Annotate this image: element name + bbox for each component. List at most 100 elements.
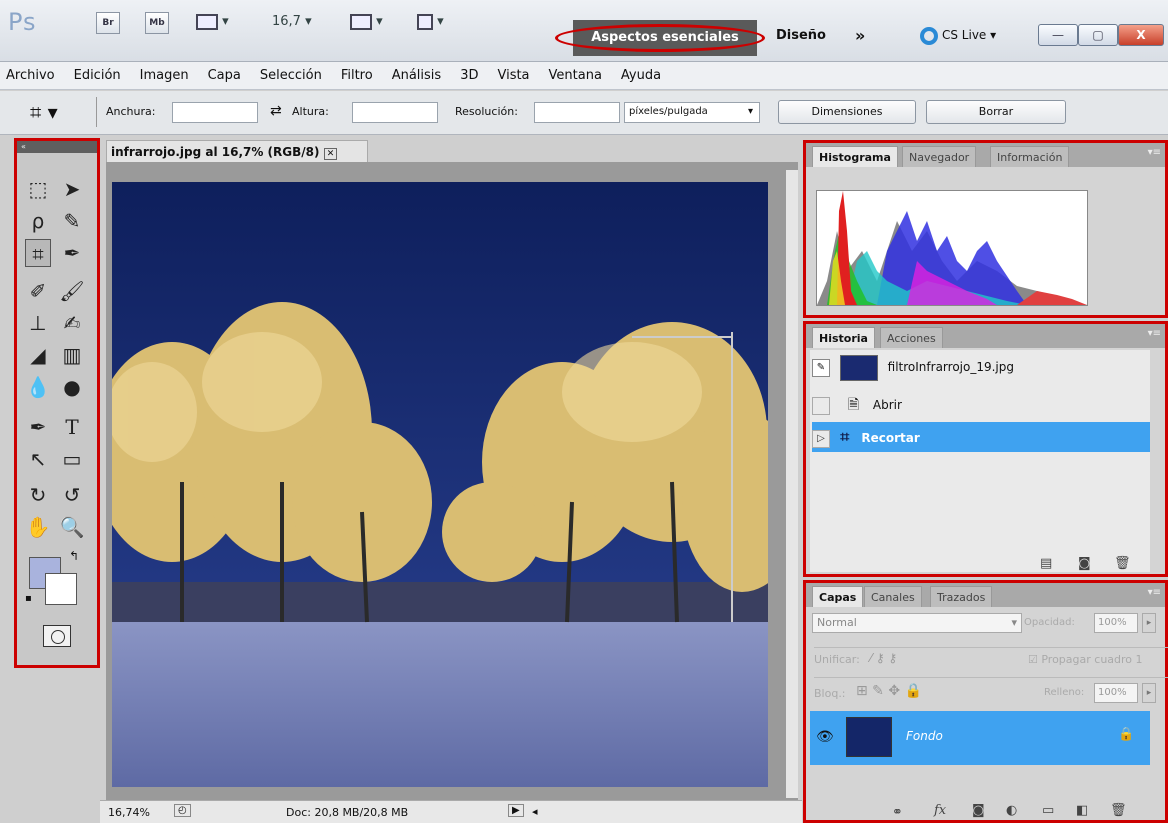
width-input[interactable]	[172, 102, 258, 123]
tab-canales[interactable]: Canales	[864, 586, 922, 607]
history-step[interactable]: 🗎 Abrir	[812, 390, 1150, 420]
layer-mask-icon[interactable]: ◙	[972, 803, 985, 818]
background-color-swatch[interactable]	[45, 573, 77, 605]
crop-tool-preset-icon[interactable]: ⌗ ▾	[30, 100, 58, 124]
dimensions-button[interactable]: Dimensiones	[778, 100, 916, 124]
dodge-tool-icon[interactable]: ●	[59, 373, 85, 401]
minibridge-button[interactable]: Mb	[145, 12, 169, 34]
delete-state-icon[interactable]: 🗑	[1114, 556, 1131, 571]
menu-seleccion[interactable]: Selección	[260, 68, 322, 83]
type-tool-icon[interactable]: T	[59, 413, 85, 441]
more-workspaces-button[interactable]: »	[855, 26, 865, 45]
tab-capas[interactable]: Capas	[812, 586, 864, 607]
unify-icons[interactable]: ⁄ ⚷ ⚷	[870, 651, 897, 665]
menu-3d[interactable]: 3D	[460, 68, 478, 83]
eraser-tool-icon[interactable]: ◢	[25, 341, 51, 369]
tab-trazados[interactable]: Trazados	[930, 586, 993, 607]
tab-navegador[interactable]: Navegador	[902, 146, 977, 167]
menu-ventana[interactable]: Ventana	[549, 68, 602, 83]
close-button[interactable]: X	[1118, 24, 1164, 46]
units-select[interactable]: píxeles/pulgada ▾	[624, 102, 760, 123]
status-menu-arrow-icon[interactable]: ▶	[508, 804, 524, 817]
hand-tool-icon[interactable]: ✋	[25, 513, 51, 541]
zoom-status[interactable]: 16,74%	[108, 806, 150, 819]
menu-capa[interactable]: Capa	[208, 68, 241, 83]
3d-rotate-tool-icon[interactable]: ↻	[25, 481, 51, 509]
fill-arrow-icon[interactable]: ▸	[1142, 683, 1156, 703]
fx-icon[interactable]: fx	[934, 803, 946, 818]
lasso-tool-icon[interactable]: ρ	[25, 207, 51, 235]
status-info-icon[interactable]: ◴	[174, 804, 191, 817]
height-input[interactable]	[352, 102, 438, 123]
horizontal-scroll-left-icon[interactable]: ◂	[532, 805, 538, 818]
menu-archivo[interactable]: Archivo	[6, 68, 55, 83]
history-snapshot[interactable]: ✎ filtroInfrarrojo_19.jpg	[812, 352, 1150, 382]
new-document-from-state-icon[interactable]: ▤	[1040, 556, 1052, 571]
menu-vista[interactable]: Vista	[497, 68, 529, 83]
fill-input[interactable]: 100%	[1094, 683, 1138, 703]
brush-tool-icon[interactable]: 🖌	[59, 277, 85, 305]
quick-selection-tool-icon[interactable]: ✎	[59, 207, 85, 235]
bridge-button[interactable]: Br	[96, 12, 120, 34]
default-colors-icon[interactable]: ▪	[25, 593, 32, 604]
tab-histograma[interactable]: Histograma	[812, 146, 898, 167]
new-group-icon[interactable]: ▭	[1042, 803, 1054, 818]
layer-row-fondo[interactable]: 👁 Fondo 🔒	[810, 711, 1150, 765]
quick-mask-button[interactable]	[43, 625, 71, 647]
panel-menu-icon[interactable]: ▾≡	[1148, 587, 1161, 598]
resolution-input[interactable]	[534, 102, 620, 123]
step-source-box[interactable]	[812, 396, 830, 415]
link-layers-icon[interactable]: ⚭	[892, 805, 903, 820]
maximize-button[interactable]: ▢	[1078, 24, 1118, 46]
menu-analisis[interactable]: Análisis	[392, 68, 441, 83]
clear-button[interactable]: Borrar	[926, 100, 1066, 124]
gradient-tool-icon[interactable]: ▥	[59, 341, 85, 369]
eyedropper-tool-icon[interactable]: ✒	[59, 239, 85, 267]
3d-orbit-tool-icon[interactable]: ↺	[59, 481, 85, 509]
screen-mode-dropdown[interactable]: ▾	[417, 10, 444, 34]
tab-informacion[interactable]: Información	[990, 146, 1070, 167]
zoom-dropdown[interactable]: 16,7 ▾	[272, 10, 312, 34]
tab-acciones[interactable]: Acciones	[880, 327, 943, 348]
path-selection-tool-icon[interactable]: ↖	[25, 445, 51, 473]
menu-imagen[interactable]: Imagen	[140, 68, 189, 83]
panel-menu-icon[interactable]: ▾≡	[1148, 147, 1161, 158]
history-state-marker-icon[interactable]: ▷	[812, 429, 830, 448]
workspace-diseno[interactable]: Diseño	[776, 28, 826, 43]
tab-historia[interactable]: Historia	[812, 327, 875, 348]
lock-icons[interactable]: ⊞ ✎ ✥ 🔒	[856, 683, 922, 699]
toolbox-header[interactable]: «	[17, 141, 97, 153]
opacity-arrow-icon[interactable]: ▸	[1142, 613, 1156, 633]
eye-visibility-icon[interactable]: 👁	[816, 729, 834, 745]
document-vertical-scrollbar[interactable]	[786, 170, 798, 798]
propagate-checkbox[interactable]: ☑ Propagar cuadro 1	[1028, 653, 1143, 666]
new-snapshot-icon[interactable]: ◙	[1078, 556, 1091, 571]
move-tool-icon[interactable]: ➤	[59, 175, 85, 203]
new-layer-icon[interactable]: ◧	[1076, 803, 1088, 818]
blend-mode-select[interactable]: Normal ▾	[812, 613, 1022, 633]
arrange-documents-dropdown[interactable]: ▾	[350, 10, 383, 34]
document-tab[interactable]: infrarrojo.jpg al 16,7% (RGB/8) ✕	[106, 140, 368, 162]
opacity-input[interactable]: 100%	[1094, 613, 1138, 633]
menu-ayuda[interactable]: Ayuda	[621, 68, 661, 83]
history-step-selected[interactable]: ▷ ⌗ Recortar	[812, 422, 1150, 452]
cs-live-button[interactable]: CS Live ▾	[920, 24, 996, 46]
minimize-button[interactable]: —	[1038, 24, 1078, 46]
delete-layer-icon[interactable]: 🗑	[1110, 803, 1127, 818]
panel-menu-icon[interactable]: ▾≡	[1148, 328, 1161, 339]
rectangle-tool-icon[interactable]: ▭	[59, 445, 85, 473]
pen-tool-icon[interactable]: ✒	[25, 413, 51, 441]
blur-tool-icon[interactable]: 💧	[25, 373, 51, 401]
history-brush-tool-icon[interactable]: ✍	[59, 309, 85, 337]
crop-tool-icon[interactable]: ⌗	[25, 239, 51, 267]
swap-icon[interactable]: ⇄	[270, 103, 282, 119]
marquee-tool-icon[interactable]: ⬚	[25, 175, 51, 203]
menu-filtro[interactable]: Filtro	[341, 68, 373, 83]
healing-brush-tool-icon[interactable]: ✐	[25, 277, 51, 305]
swap-colors-icon[interactable]: ↰	[69, 549, 79, 563]
view-extras-dropdown[interactable]: ▾	[196, 10, 229, 34]
menu-edicion[interactable]: Edición	[74, 68, 121, 83]
adjustment-layer-icon[interactable]: ◐	[1006, 803, 1017, 818]
clone-stamp-tool-icon[interactable]: ⊥	[25, 309, 51, 337]
close-tab-icon[interactable]: ✕	[323, 148, 338, 160]
